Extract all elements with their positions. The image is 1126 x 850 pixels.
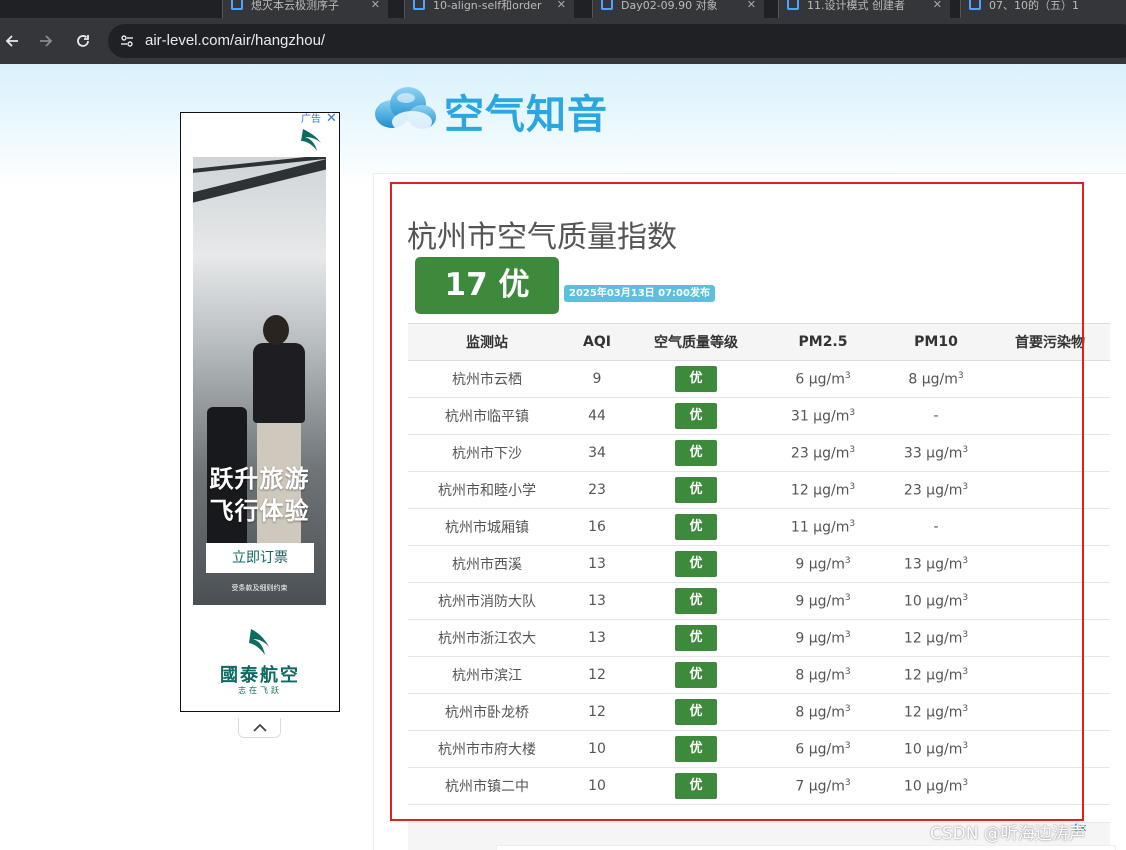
close-tab-icon[interactable]: ✕ bbox=[933, 0, 942, 11]
page-viewport: 空气知音 杭州市空气质量指数 17 优 2025年03月13日 07:00发布 … bbox=[0, 64, 1126, 850]
forward-arrow-icon bbox=[40, 35, 53, 47]
ad-brand-name: 國泰航空 bbox=[220, 665, 300, 686]
ad-close-icon[interactable]: ✕ bbox=[326, 112, 337, 126]
page-icon bbox=[969, 0, 981, 10]
ad-headline: 跃升旅游 飞行体验 bbox=[209, 465, 310, 525]
browser-tab-strip: ★ 书签 熄灭本云极测序子 ✕ 10-align-self和order ✕ Da… bbox=[0, 0, 1126, 18]
logo-wordmark: 空气知音 bbox=[444, 92, 608, 138]
close-tab-icon[interactable]: ✕ bbox=[557, 0, 566, 11]
page-icon bbox=[231, 0, 243, 10]
browser-toolbar: air-level.com/air/hangzhou/ bbox=[0, 18, 1126, 64]
page-icon bbox=[601, 0, 613, 10]
tab-label: 熄灭本云极测序子 bbox=[251, 0, 339, 12]
tab-label: 07、10的（五）1 bbox=[989, 0, 1079, 12]
tab-bookmarks[interactable]: ★ 书签 bbox=[0, 0, 30, 18]
tab-2[interactable]: 10-align-self和order ✕ bbox=[404, 0, 574, 18]
airline-logo-icon bbox=[249, 629, 269, 655]
page-icon bbox=[413, 0, 425, 10]
ad-label: 广告 bbox=[301, 114, 321, 125]
ad-image[interactable]: 跃升旅游 飞行体验 立即订票 受条款及细则约束 bbox=[193, 157, 326, 605]
tab-label: 11.设计模式 创建者 bbox=[807, 0, 905, 12]
csdn-watermark: CSDN @听海边涛声 bbox=[930, 824, 1086, 844]
forward-button[interactable] bbox=[34, 29, 58, 53]
url-text[interactable]: air-level.com/air/hangzhou/ bbox=[145, 32, 325, 50]
page-icon bbox=[787, 0, 799, 10]
next-section-inner bbox=[496, 845, 1116, 850]
site-settings-icon[interactable] bbox=[118, 32, 136, 50]
traveler-figure bbox=[263, 315, 289, 345]
tab-3[interactable]: Day02-09.90 对象 ✕ bbox=[592, 0, 764, 18]
reload-button[interactable] bbox=[71, 29, 95, 53]
tab-label: Day02-09.90 对象 bbox=[621, 0, 718, 12]
ad-collapse-button[interactable] bbox=[238, 718, 281, 738]
ad-fine-print: 受条款及细则约束 bbox=[231, 584, 288, 592]
tab-1[interactable]: 熄灭本云极测序子 ✕ bbox=[222, 0, 388, 18]
back-arrow-icon bbox=[5, 35, 18, 47]
ad-slogan: 志在飞跃 bbox=[238, 686, 282, 695]
close-tab-icon[interactable]: ✕ bbox=[747, 0, 756, 11]
tab-label: 10-align-self和order bbox=[433, 0, 542, 12]
tab-4[interactable]: 11.设计模式 创建者 ✕ bbox=[778, 0, 950, 18]
side-ad[interactable]: 广告 ✕ 跃升旅游 飞行体验 立即订票 受条款及细则约束 國泰航空 志在飞跃 bbox=[180, 112, 340, 712]
annotation-highlight-box bbox=[390, 182, 1084, 821]
ad-book-button[interactable]: 立即订票 bbox=[206, 543, 314, 573]
cloud-logo-icon bbox=[375, 87, 436, 133]
chevron-up-icon bbox=[252, 723, 267, 732]
brush-wing-logo-icon bbox=[301, 129, 321, 151]
back-button[interactable] bbox=[0, 29, 24, 53]
tab-5[interactable]: 07、10的（五）1 bbox=[960, 0, 1126, 18]
reload-icon bbox=[77, 35, 89, 47]
close-tab-icon[interactable]: ✕ bbox=[371, 0, 380, 11]
address-bar[interactable]: air-level.com/air/hangzhou/ bbox=[108, 24, 1126, 58]
